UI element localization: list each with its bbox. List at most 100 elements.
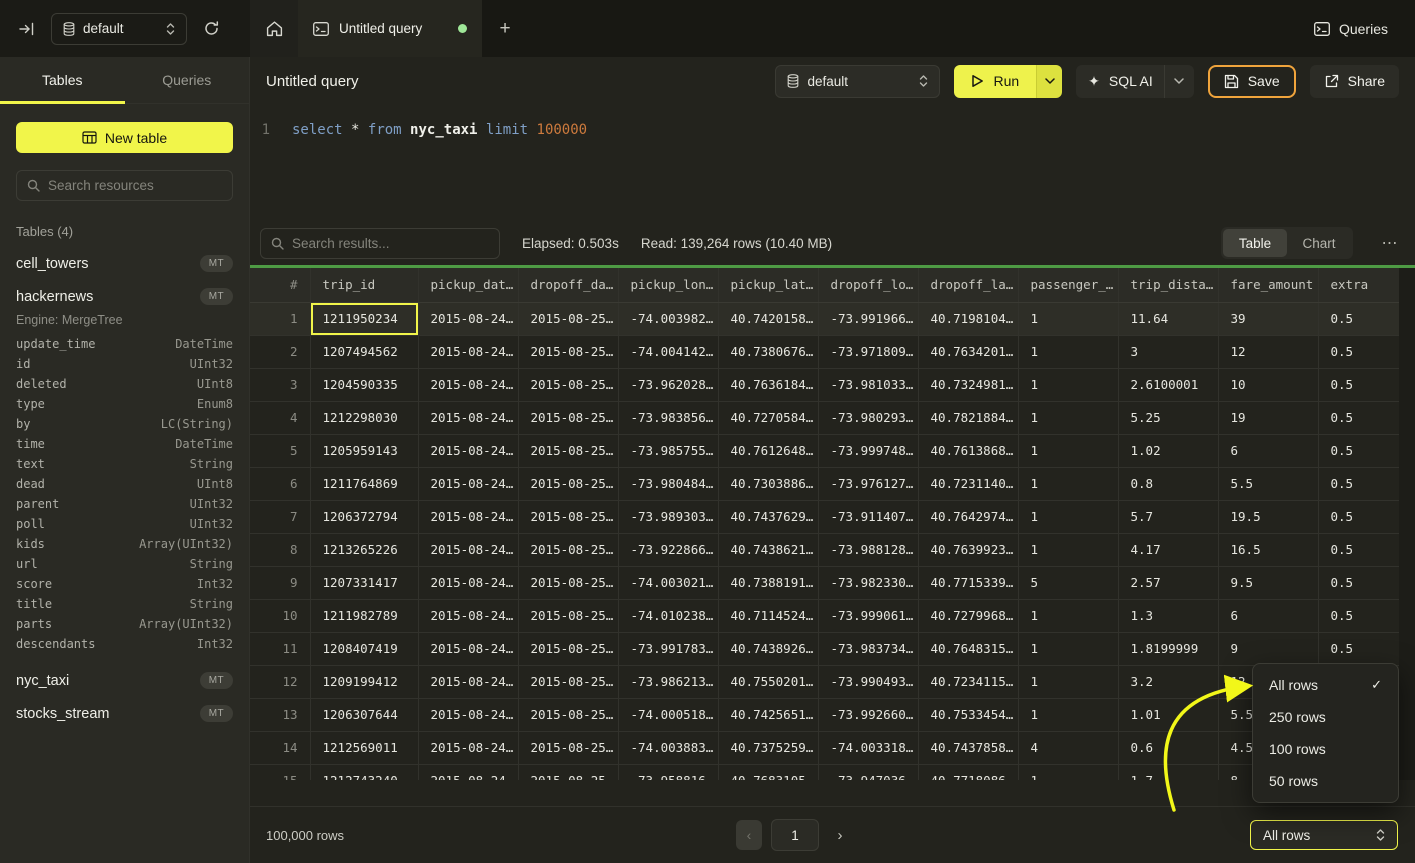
table-cell[interactable]: 1.3 bbox=[1118, 599, 1218, 632]
table-cell[interactable]: 2015-08-24… bbox=[418, 731, 518, 764]
sidebar-tab-queries[interactable]: Queries bbox=[125, 57, 250, 103]
column-header[interactable]: passenger_… bbox=[1018, 268, 1118, 302]
table-cell[interactable]: 1 bbox=[1018, 434, 1118, 467]
table-cell[interactable]: 16.5 bbox=[1218, 533, 1318, 566]
table-cell[interactable]: 4.17 bbox=[1118, 533, 1218, 566]
table-cell[interactable]: 1211982789 bbox=[310, 599, 418, 632]
table-cell[interactable]: -73.990493… bbox=[818, 665, 918, 698]
table-cell[interactable]: 2015-08-24… bbox=[418, 764, 518, 780]
table-cell[interactable]: 1207494562 bbox=[310, 335, 418, 368]
table-cell[interactable]: 2015-08-25… bbox=[518, 698, 618, 731]
table-cell[interactable]: 2015-08-24… bbox=[418, 335, 518, 368]
table-cell[interactable]: 1.02 bbox=[1118, 434, 1218, 467]
table-cell[interactable]: 1206372794 bbox=[310, 500, 418, 533]
page-size-option[interactable]: All rows✓ bbox=[1253, 669, 1398, 701]
sidebar-item-hackernews[interactable]: hackernews MT bbox=[16, 280, 233, 313]
table-cell[interactable]: 40.7648315… bbox=[918, 632, 1018, 665]
schema-column-row[interactable]: partsArray(UInt32) bbox=[16, 614, 233, 634]
table-cell[interactable]: 40.7420158… bbox=[718, 302, 818, 335]
schema-column-row[interactable]: descendantsInt32 bbox=[16, 634, 233, 654]
schema-column-row[interactable]: idUInt32 bbox=[16, 354, 233, 374]
table-cell[interactable]: -73.983856… bbox=[618, 401, 718, 434]
table-cell[interactable]: -73.999061… bbox=[818, 599, 918, 632]
table-cell[interactable]: 2015-08-24… bbox=[418, 698, 518, 731]
table-cell[interactable]: -74.000518… bbox=[618, 698, 718, 731]
table-cell[interactable]: 40.7438926… bbox=[718, 632, 818, 665]
page-size-select[interactable]: All rows bbox=[1250, 820, 1398, 850]
tab-untitled-query[interactable]: Untitled query bbox=[298, 0, 482, 57]
table-cell[interactable]: 40.7303886… bbox=[718, 467, 818, 500]
table-cell[interactable]: 40.7198104… bbox=[918, 302, 1018, 335]
schema-column-row[interactable]: kidsArray(UInt32) bbox=[16, 534, 233, 554]
schema-column-row[interactable]: parentUInt32 bbox=[16, 494, 233, 514]
table-cell[interactable]: 2015-08-24… bbox=[418, 500, 518, 533]
table-cell[interactable]: 40.7231140… bbox=[918, 467, 1018, 500]
table-cell[interactable]: 1204590335 bbox=[310, 368, 418, 401]
column-header[interactable]: dropoff_la… bbox=[918, 268, 1018, 302]
table-cell[interactable]: 19 bbox=[1218, 401, 1318, 434]
table-cell[interactable]: 40.7718086… bbox=[918, 764, 1018, 780]
refresh-button[interactable] bbox=[196, 14, 226, 44]
table-cell[interactable]: 2015-08-25… bbox=[518, 500, 618, 533]
table-cell[interactable]: -73.985755… bbox=[618, 434, 718, 467]
table-cell[interactable]: -73.958816… bbox=[618, 764, 718, 780]
table-cell[interactable]: -73.980484… bbox=[618, 467, 718, 500]
share-button[interactable]: Share bbox=[1310, 65, 1399, 98]
table-cell[interactable]: 2015-08-25… bbox=[518, 335, 618, 368]
table-cell[interactable]: 2015-08-24… bbox=[418, 632, 518, 665]
page-size-option[interactable]: 50 rows bbox=[1253, 765, 1398, 797]
table-cell[interactable]: 0.5 bbox=[1318, 467, 1399, 500]
table-cell[interactable]: 1 bbox=[1018, 632, 1118, 665]
sidebar-item-nyc-taxi[interactable]: nyc_taxi MT bbox=[16, 664, 233, 697]
sql-ai-button[interactable]: ✦ SQL AI bbox=[1076, 65, 1194, 98]
table-cell[interactable]: -73.989303… bbox=[618, 500, 718, 533]
column-header[interactable]: pickup_dat… bbox=[418, 268, 518, 302]
table-cell[interactable]: 0.6 bbox=[1118, 731, 1218, 764]
table-cell[interactable]: 11.64 bbox=[1118, 302, 1218, 335]
table-cell[interactable]: -73.962028… bbox=[618, 368, 718, 401]
table-cell[interactable]: 5 bbox=[1018, 566, 1118, 599]
table-cell[interactable]: -73.980293… bbox=[818, 401, 918, 434]
table-cell[interactable]: 6 bbox=[1218, 599, 1318, 632]
table-cell[interactable]: 40.7642974… bbox=[918, 500, 1018, 533]
table-cell[interactable]: -74.003982… bbox=[618, 302, 718, 335]
table-cell[interactable]: 2015-08-25… bbox=[518, 632, 618, 665]
queries-button[interactable]: Queries bbox=[1314, 0, 1415, 57]
page-size-option[interactable]: 100 rows bbox=[1253, 733, 1398, 765]
table-cell[interactable]: 0.5 bbox=[1318, 401, 1399, 434]
table-cell[interactable]: 0.5 bbox=[1318, 500, 1399, 533]
selected-cell[interactable]: 1211950234 bbox=[310, 302, 418, 335]
schema-column-row[interactable]: deletedUInt8 bbox=[16, 374, 233, 394]
table-cell[interactable]: 1 bbox=[1018, 302, 1118, 335]
table-cell[interactable]: 40.7425651… bbox=[718, 698, 818, 731]
table-cell[interactable]: 2015-08-24… bbox=[418, 566, 518, 599]
table-cell[interactable]: -74.003318… bbox=[818, 731, 918, 764]
page-size-option[interactable]: 250 rows bbox=[1253, 701, 1398, 733]
table-cell[interactable]: 1212743240 bbox=[310, 764, 418, 780]
table-cell[interactable]: 1212569011 bbox=[310, 731, 418, 764]
column-header[interactable]: pickup_lon… bbox=[618, 268, 718, 302]
table-cell[interactable]: 10 bbox=[1218, 368, 1318, 401]
schema-column-row[interactable]: typeEnum8 bbox=[16, 394, 233, 414]
save-button[interactable]: Save bbox=[1208, 65, 1296, 98]
table-cell[interactable]: -73.971809… bbox=[818, 335, 918, 368]
schema-column-row[interactable]: titleString bbox=[16, 594, 233, 614]
table-cell[interactable]: 0.5 bbox=[1318, 632, 1399, 665]
column-header[interactable]: trip_dista… bbox=[1118, 268, 1218, 302]
table-cell[interactable]: 2015-08-25… bbox=[518, 731, 618, 764]
table-cell[interactable]: 1 bbox=[1018, 599, 1118, 632]
table-cell[interactable]: 1 bbox=[1018, 500, 1118, 533]
schema-column-row[interactable]: timeDateTime bbox=[16, 434, 233, 454]
table-cell[interactable]: 40.7438621… bbox=[718, 533, 818, 566]
run-options-button[interactable] bbox=[1036, 65, 1062, 98]
table-cell[interactable]: 3 bbox=[1118, 335, 1218, 368]
table-cell[interactable]: 2015-08-25… bbox=[518, 599, 618, 632]
table-cell[interactable]: 40.7683105… bbox=[718, 764, 818, 780]
table-cell[interactable]: -73.982330… bbox=[818, 566, 918, 599]
table-cell[interactable]: 40.7639923… bbox=[918, 533, 1018, 566]
table-cell[interactable]: 5.7 bbox=[1118, 500, 1218, 533]
table-cell[interactable]: 1.8199999 bbox=[1118, 632, 1218, 665]
table-cell[interactable]: 1209199412 bbox=[310, 665, 418, 698]
table-cell[interactable]: 3.2 bbox=[1118, 665, 1218, 698]
table-cell[interactable]: -73.999748… bbox=[818, 434, 918, 467]
